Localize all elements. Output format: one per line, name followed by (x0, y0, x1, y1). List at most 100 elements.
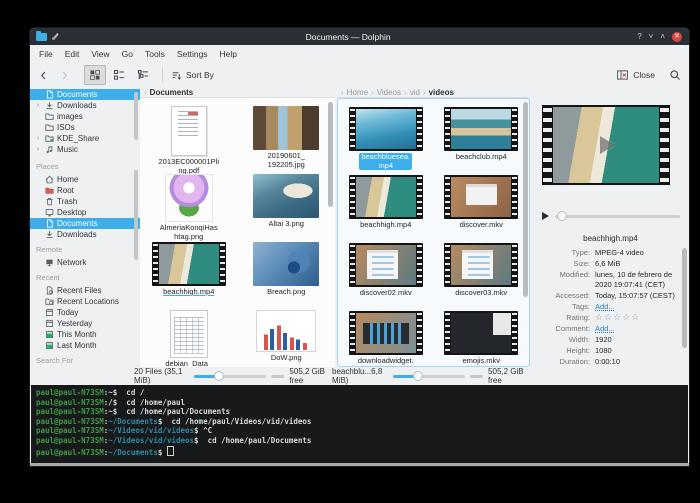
file-item-debian-data-gnome.ods[interactable]: debian_Data_gnome.ods (140, 310, 238, 367)
menu-file[interactable]: File (39, 49, 53, 59)
details-view-button[interactable] (132, 65, 154, 85)
seek-slider[interactable] (555, 215, 680, 218)
detail-row-tags: Tags:Add... (538, 302, 678, 312)
sidebar-item-downloads[interactable]: ›Downloads (30, 100, 140, 111)
file-item-discover.mkv[interactable]: discover.mkv (434, 175, 530, 243)
breadcrumb-segment-home[interactable]: Home (347, 88, 368, 97)
sidebar-item-network[interactable]: Network (30, 257, 140, 268)
sidebar-item-music[interactable]: ›Music (30, 144, 140, 155)
video-beach-aerial-thumbnail (349, 175, 423, 219)
file-item-emojis.mkv[interactable]: emojis.mkv (434, 311, 530, 367)
sidebar-item-label: Downloads (57, 230, 97, 239)
breadcrumb-chevron-icon[interactable]: › (144, 88, 147, 97)
menu-tools[interactable]: Tools (145, 49, 165, 59)
seek-slider-knob[interactable] (557, 211, 567, 221)
close-split-icon (616, 69, 629, 81)
close-split-button[interactable]: Close (616, 69, 655, 81)
play-button-icon[interactable] (542, 212, 549, 220)
sidebar-item-desktop[interactable]: Desktop (30, 207, 140, 218)
folder-icon (44, 112, 54, 122)
sidebar-item-documents[interactable]: Documents (30, 218, 140, 229)
folders-scrollbar[interactable] (134, 92, 138, 140)
infopanel-scrollbar[interactable] (682, 248, 687, 348)
sidebar-item-last-month[interactable]: Last Month (30, 340, 140, 351)
pane2-scrollbar[interactable] (523, 102, 528, 297)
search-icon[interactable] (669, 69, 681, 81)
file-item-breach.png[interactable]: Breach.png (238, 242, 336, 310)
file-item-discover02.mkv[interactable]: discover02.mkv (338, 243, 434, 311)
sidebar-item-today[interactable]: Today (30, 307, 140, 318)
file-item-almeriakonqihashtag.png[interactable]: AlmeriaKonqiHashtag.png (140, 174, 238, 242)
information-panel: beachhigh.mp4 Type:MPEG-4 videoSize:6,6 … (532, 88, 689, 367)
sidebar-item-downloads[interactable]: Downloads (30, 229, 140, 240)
sidebar-item-root[interactable]: Root (30, 185, 140, 196)
pane2-zoom-slider[interactable] (393, 375, 465, 378)
pane2-breadcrumb[interactable]: ›Home›Videos›vid›videos (337, 88, 530, 98)
compact-view-button[interactable] (108, 65, 130, 85)
video-preview-thumbnail[interactable] (542, 105, 670, 185)
add-link[interactable]: Add... (595, 324, 678, 334)
file-label: beachhigh.mp4 (161, 288, 216, 297)
app-folder-icon (36, 33, 47, 41)
detail-row-type: Type:MPEG-4 video (538, 248, 678, 258)
file-item-beachhigh.mp4[interactable]: beachhigh.mp4 (338, 175, 434, 243)
video-desktop-list-thumbnail (349, 243, 423, 287)
terminal-text: :~$ cd /home/paul/Documents (104, 407, 230, 416)
sidebar-item-kde-share[interactable]: ›KDE_Share (30, 133, 140, 144)
expander-icon[interactable]: › (35, 135, 41, 142)
add-link[interactable]: Add... (595, 302, 678, 312)
sidebar-item-trash[interactable]: Trash (30, 196, 140, 207)
sidebar-item-recent-locations[interactable]: Recent Locations (30, 296, 140, 307)
menu-help[interactable]: Help (220, 49, 237, 59)
sidebar-item-label: Last Month (57, 341, 97, 350)
menu-view[interactable]: View (91, 49, 109, 59)
file-item-20190601-192205.jpg[interactable]: 20190601_192205.jpg (238, 106, 336, 174)
file-item-altai-3.png[interactable]: Altai 3.png (238, 174, 336, 242)
sidebar-item-images[interactable]: images (30, 111, 140, 122)
sidebar-item-home[interactable]: Home (30, 174, 140, 185)
terminal-panel[interactable]: paul@paul-N73SM:~$ cd /paul@paul-N73SM:/… (31, 385, 688, 463)
pane2-zoom-knob[interactable] (413, 371, 423, 381)
sidebar-item-yesterday[interactable]: Yesterday (30, 318, 140, 329)
menu-go[interactable]: Go (122, 49, 133, 59)
breadcrumb-segment-videos[interactable]: videos (429, 88, 454, 97)
sidebar-item-isos[interactable]: ISOs (30, 122, 140, 133)
breadcrumb-segment-documents[interactable]: Documents (150, 88, 194, 97)
expander-icon[interactable]: › (35, 146, 41, 153)
expander-icon[interactable]: › (35, 102, 41, 109)
info-filename: beachhigh.mp4 (532, 234, 689, 243)
pane1-scrollbar[interactable] (328, 102, 333, 207)
icons-view-button[interactable] (84, 65, 106, 85)
sidebar-item-documents[interactable]: Documents (30, 89, 140, 100)
file-item-downloadwidget.mkv[interactable]: downloadwidget.mkv (338, 311, 434, 367)
file-item-dow.png[interactable]: DoW.png (238, 310, 336, 367)
breadcrumb-segment-vid[interactable]: vid (410, 88, 420, 97)
close-window-button[interactable]: ✕ (672, 32, 682, 42)
pane1-free-space: 505,2 GiB free (289, 367, 332, 385)
sidebar-item-this-month[interactable]: This Month (30, 329, 140, 340)
places-scrollbar[interactable] (134, 170, 138, 260)
rating-stars[interactable]: ☆☆☆☆☆ (595, 313, 678, 323)
file-item-2013ec000001pling.pdf[interactable]: 2013EC000001Pling.pdf (140, 106, 238, 174)
pane1-zoom-knob[interactable] (214, 371, 224, 381)
pane1-breadcrumb[interactable]: ›Documents (140, 88, 335, 98)
play-overlay-icon[interactable] (600, 136, 615, 154)
minimize-button[interactable]: ˅ (649, 32, 654, 42)
download-icon (44, 230, 54, 240)
menu-settings[interactable]: Settings (177, 49, 208, 59)
back-icon[interactable] (38, 70, 49, 81)
sort-by-button[interactable]: Sort By (171, 70, 214, 81)
file-item-beachhigh.mp4[interactable]: beachhigh.mp4 (140, 242, 238, 310)
file-item-discover03.mkv[interactable]: discover03.mkv (434, 243, 530, 311)
menu-edit[interactable]: Edit (65, 49, 80, 59)
forward-icon[interactable] (59, 70, 70, 81)
file-item-beachclub.mp4[interactable]: beachclub.mp4 (434, 107, 530, 175)
breadcrumb-segment-videos[interactable]: Videos (377, 88, 401, 97)
titlebar[interactable]: Documents — Dolphin ? ˅ ˄ ✕ (30, 28, 689, 45)
pane1-zoom-slider[interactable] (194, 375, 266, 378)
maximize-button[interactable]: ˄ (660, 32, 665, 42)
sidebar-item-recent-files[interactable]: Recent Files (30, 285, 140, 296)
breadcrumb-chevron-icon[interactable]: › (341, 88, 344, 97)
help-button[interactable]: ? (637, 32, 641, 42)
file-item-beachbluesea.mp4[interactable]: beachbluesea.mp4 (338, 107, 434, 175)
